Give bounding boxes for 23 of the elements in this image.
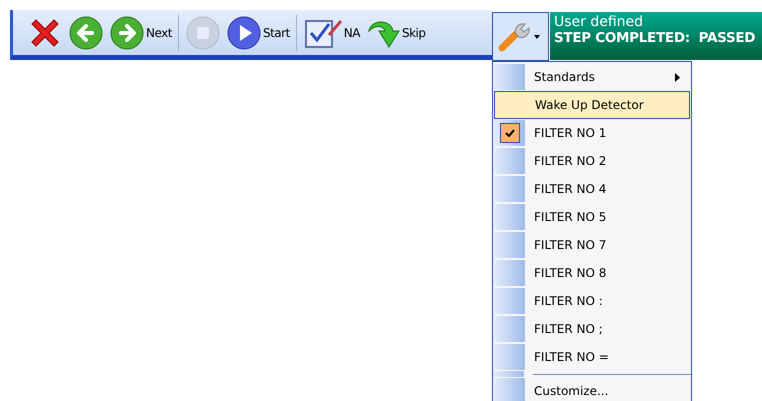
menu-item[interactable]: FILTER NO 4 [493,175,691,203]
menu-item[interactable]: FILTER NO 7 [493,231,691,259]
start-button[interactable]: Start [224,14,292,50]
status-message: STEP COMPLETED: PASSED [554,30,756,46]
menu-item[interactable]: Customize... [493,377,691,401]
next-button[interactable]: Next [107,14,174,50]
menu-item[interactable]: FILTER NO 8 [493,259,691,287]
menu-item[interactable]: Standards [493,63,691,91]
menu-item[interactable]: FILTER NO : [493,287,691,315]
status-title: User defined [554,14,644,30]
caret-icon [534,34,540,38]
menu-item[interactable]: FILTER NO 2 [493,147,691,175]
stop-icon [184,14,221,50]
menu-item[interactable]: Wake Up Detector [494,91,690,119]
menu-item[interactable]: FILTER NO = [493,343,691,371]
submenu-arrow-icon [675,72,680,82]
menu-item[interactable]: FILTER NO 1 [493,119,691,147]
na-button[interactable]: NA [300,14,362,50]
tools-dropdown-button[interactable] [492,12,549,61]
skip-button[interactable]: Skip [362,14,428,50]
menu-item[interactable]: FILTER NO ; [493,315,691,343]
play-icon [226,14,262,50]
menu-item[interactable]: FILTER NO 5 [493,203,691,231]
